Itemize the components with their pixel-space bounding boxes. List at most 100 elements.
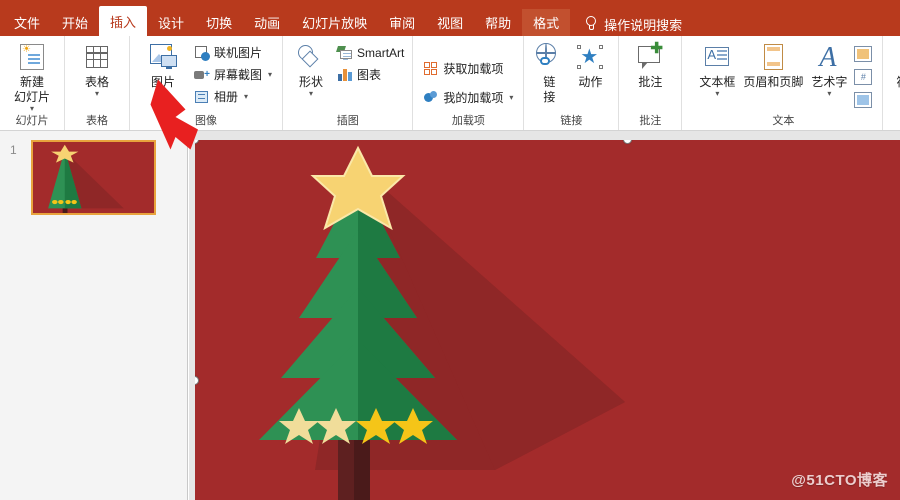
chart-label: 图表: [357, 68, 382, 82]
new-comment-button[interactable]: ✚ 批注: [629, 40, 671, 89]
group-label-text: 文本: [772, 115, 795, 127]
lightbulb-icon: [584, 16, 598, 32]
date-time-button[interactable]: [854, 44, 873, 63]
screenshot-button[interactable]: + 屏幕截图 ▾: [194, 65, 272, 84]
tell-me-search[interactable]: 操作说明搜索: [570, 9, 682, 39]
slide-number-button[interactable]: #: [854, 67, 873, 86]
tab-transitions[interactable]: 切换: [195, 9, 243, 39]
tab-review[interactable]: 审阅: [378, 9, 426, 39]
group-label-comments: 批注: [639, 115, 662, 127]
wordart-icon: A: [819, 42, 837, 73]
christmas-tree-picture[interactable]: [195, 140, 900, 500]
table-label: 表格: [84, 75, 109, 89]
powerpoint-window: 文件 开始 插入 设计 切换 动画 幻灯片放映 审阅 视图 帮助 格式 操作说明…: [0, 0, 900, 500]
smartart-label: SmartArt: [357, 45, 405, 60]
link-button[interactable]: 链 接: [532, 40, 566, 104]
shapes-button[interactable]: 形状 ▾: [291, 40, 331, 98]
get-addins-label: 获取加载项: [443, 62, 504, 76]
ribbon: ☀ 新建 幻灯片 ▾ 幻灯片 表格 ▾ 表格 图片 联机图片 + 屏幕截图 ▾ …: [0, 36, 900, 131]
chevron-down-icon[interactable]: ▾: [827, 90, 831, 98]
smartart-icon: [336, 45, 353, 61]
photo-album-button[interactable]: 相册 ▾: [194, 87, 272, 106]
get-addins-icon: [423, 61, 439, 77]
my-addins-icon: [423, 90, 439, 106]
ribbon-group-text: A 文本框 ▾ 页眉和页脚 A 艺术字 ▾ # 文本: [681, 36, 882, 130]
online-pictures-button[interactable]: 联机图片: [194, 43, 272, 62]
smartart-button[interactable]: SmartArt: [336, 43, 405, 62]
tab-help[interactable]: 帮助: [474, 9, 522, 39]
slide-canvas[interactable]: [195, 140, 900, 500]
ribbon-tab-bar: 文件 开始 插入 设计 切换 动画 幻灯片放映 审阅 视图 帮助 格式 操作说明…: [0, 0, 900, 39]
chevron-down-icon[interactable]: ▾: [268, 70, 272, 79]
ribbon-group-addins: 获取加载项 我的加载项 ▾ 加载项: [412, 36, 523, 130]
text-box-button[interactable]: A 文本框 ▾: [694, 40, 740, 98]
tab-format[interactable]: 格式: [522, 9, 571, 39]
ribbon-group-illustrations: 形状 ▾ SmartArt 图表 插图: [282, 36, 412, 130]
wordart-button[interactable]: A 艺术字 ▾: [806, 40, 852, 98]
screenshot-label: 屏幕截图: [214, 68, 263, 82]
action-label: 动作: [578, 75, 603, 89]
chart-button[interactable]: 图表: [337, 65, 404, 84]
text-box-icon: A: [701, 42, 733, 74]
ribbon-group-tables: 表格 ▾ 表格: [64, 36, 129, 130]
table-icon: [81, 42, 113, 74]
object-button[interactable]: [854, 90, 873, 109]
slide-edit-area: @51CTO博客: [189, 131, 900, 500]
table-button[interactable]: 表格 ▾: [71, 40, 123, 98]
watermark: @51CTO博客: [791, 472, 888, 489]
picture-label: 图片: [150, 75, 175, 89]
chevron-down-icon[interactable]: ▾: [715, 90, 719, 98]
my-addins-label: 我的加载项: [443, 91, 504, 105]
action-icon: ★: [574, 42, 606, 74]
symbol-label: 符号: [896, 76, 900, 89]
online-pictures-label: 联机图片: [214, 46, 263, 60]
header-footer-button[interactable]: 页眉和页脚: [742, 40, 804, 89]
header-footer-label: 页眉和页脚: [743, 75, 804, 89]
ribbon-group-slides: ☀ 新建 幻灯片 ▾ 幻灯片: [0, 36, 64, 130]
tab-animations[interactable]: 动画: [243, 9, 291, 39]
slide-thumbnail-pane[interactable]: 1: [0, 131, 188, 500]
slide-number-icon: #: [854, 68, 873, 85]
link-label-line1: 链: [543, 75, 556, 89]
shapes-label: 形状: [299, 75, 324, 89]
tab-insert[interactable]: 插入: [99, 6, 148, 39]
photo-album-label: 相册: [214, 90, 239, 104]
symbol-button[interactable]: Ω 符号 ▾: [891, 40, 900, 97]
object-icon: [854, 91, 873, 108]
ribbon-group-links: 链 接 ★ 动作 链接: [523, 36, 618, 130]
text-box-label: 文本框: [699, 75, 736, 89]
tab-design[interactable]: 设计: [147, 9, 195, 39]
tab-home[interactable]: 开始: [51, 9, 99, 39]
new-slide-button[interactable]: ☀ 新建 幻灯片 ▾: [6, 40, 58, 113]
date-time-icon: [854, 45, 873, 62]
new-comment-label: 批注: [638, 75, 663, 89]
new-comment-icon: ✚: [634, 41, 666, 74]
chevron-down-icon[interactable]: ▾: [95, 90, 99, 98]
new-slide-label-line1: 新建: [19, 75, 44, 89]
my-addins-button[interactable]: 我的加载项 ▾: [423, 88, 513, 107]
tab-slideshow[interactable]: 幻灯片放映: [291, 9, 378, 39]
slide-number-label: 1: [10, 143, 17, 157]
online-picture-icon: [194, 45, 210, 61]
get-addins-button[interactable]: 获取加载项: [423, 59, 513, 78]
photo-album-icon: [194, 89, 210, 105]
chart-icon: [337, 67, 353, 83]
chevron-down-icon[interactable]: ▾: [309, 90, 313, 98]
group-label-tables: 表格: [86, 115, 108, 127]
group-label-illustrations: 插图: [336, 115, 359, 127]
link-label-line2: 接: [543, 90, 556, 104]
tab-file[interactable]: 文件: [0, 9, 51, 39]
slide-thumbnail-1[interactable]: [31, 140, 156, 215]
chevron-down-icon[interactable]: ▾: [509, 93, 513, 102]
chevron-down-icon[interactable]: ▾: [30, 105, 34, 113]
group-label-slides: 幻灯片: [15, 115, 49, 127]
link-icon: [533, 42, 565, 74]
group-label-symbols: [891, 112, 900, 130]
picture-button[interactable]: 图片: [140, 40, 186, 89]
header-footer-icon: [757, 42, 789, 74]
chevron-down-icon[interactable]: ▾: [244, 92, 248, 101]
screenshot-icon: +: [194, 67, 210, 83]
ribbon-group-images: 图片 联机图片 + 屏幕截图 ▾ 相册 ▾ 图像: [129, 36, 282, 130]
tab-view[interactable]: 视图: [426, 9, 474, 39]
action-button[interactable]: ★ 动作: [570, 40, 610, 89]
